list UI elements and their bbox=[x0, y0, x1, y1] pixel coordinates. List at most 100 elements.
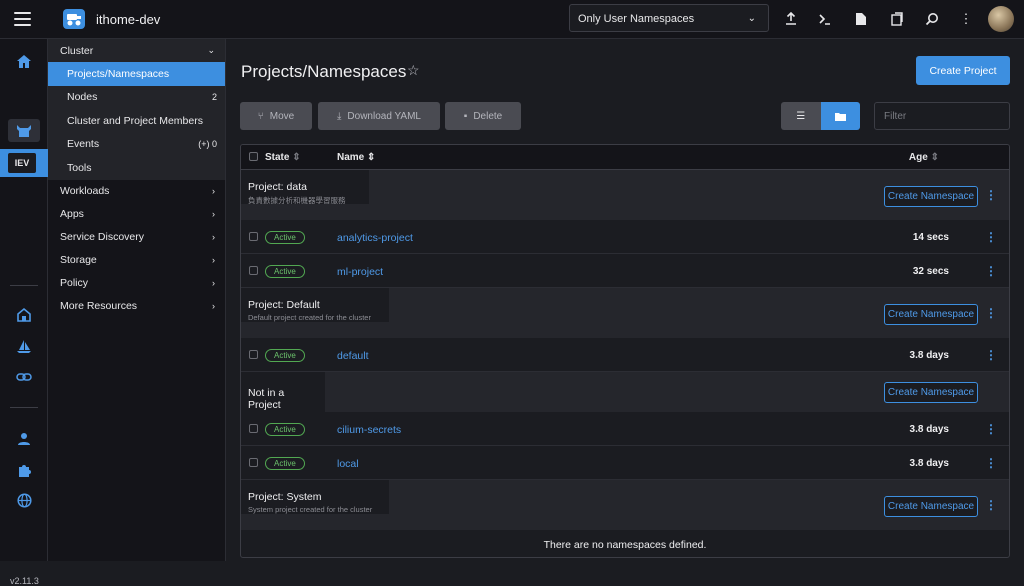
nav-group-policy[interactable]: Policy › bbox=[48, 272, 225, 295]
cattle-icon[interactable] bbox=[13, 120, 35, 142]
kebab-menu-icon[interactable]: ⋮ bbox=[985, 306, 997, 320]
rail-divider bbox=[10, 407, 38, 408]
namespaces-table: State ⇕ Name ⇕ Age ⇕ Project: data 負責數據分… bbox=[240, 144, 1010, 558]
namespace-link[interactable]: cilium-secrets bbox=[337, 424, 401, 436]
avatar[interactable] bbox=[988, 6, 1014, 32]
status-badge: Active bbox=[265, 231, 305, 244]
cluster-rail: IEV v2.11.3 bbox=[0, 39, 48, 586]
chain-link-icon[interactable] bbox=[13, 366, 35, 388]
nav-item-nodes[interactable]: Nodes 2 bbox=[48, 85, 225, 109]
terminal-icon[interactable] bbox=[816, 10, 834, 28]
file-icon[interactable] bbox=[852, 10, 870, 28]
project-group-title: Not in a Project bbox=[248, 387, 285, 411]
row-checkbox[interactable] bbox=[249, 232, 258, 241]
nav-group-storage[interactable]: Storage › bbox=[48, 249, 225, 272]
cluster-badge[interactable]: IEV bbox=[0, 149, 48, 177]
namespace-age: 14 secs bbox=[912, 232, 949, 243]
filter-input[interactable]: Filter bbox=[874, 102, 1010, 130]
version-label: v2.11.3 bbox=[10, 576, 39, 586]
project-group-tab: Project: data 負責數據分析和機器學習服務 bbox=[241, 170, 369, 205]
namespace-link[interactable]: local bbox=[337, 458, 359, 470]
row-checkbox[interactable] bbox=[249, 350, 258, 359]
project-group-system: Project: System System project created f… bbox=[241, 480, 1009, 530]
search-icon[interactable] bbox=[923, 10, 941, 28]
move-button[interactable]: ⑂ Move bbox=[240, 102, 312, 130]
column-age[interactable]: Age ⇕ bbox=[909, 152, 939, 163]
create-namespace-button[interactable]: Create Namespace bbox=[884, 304, 978, 325]
column-name-label: Name bbox=[337, 152, 365, 163]
create-project-button[interactable]: Create Project bbox=[916, 56, 1010, 85]
project-group-title: Project: System bbox=[248, 491, 322, 503]
project-group-subtitle: Default project created for the cluster bbox=[248, 313, 371, 322]
table-row: Active analytics-project 14 secs ⋮ bbox=[241, 220, 1009, 254]
nav-group-workloads[interactable]: Workloads › bbox=[48, 180, 225, 203]
nav-group-service-discovery[interactable]: Service Discovery › bbox=[48, 226, 225, 249]
nav-item-projects-namespaces[interactable]: Projects/Namespaces bbox=[48, 62, 225, 86]
kebab-menu-icon[interactable]: ⋮ bbox=[985, 456, 997, 470]
table-row: Active default 3.8 days ⋮ bbox=[241, 338, 1009, 372]
rail-divider bbox=[10, 285, 38, 286]
namespace-age: 3.8 days bbox=[909, 350, 949, 361]
download-yaml-button[interactable]: ⤓ Download YAML bbox=[318, 102, 440, 130]
nav-item-count: 2 bbox=[211, 92, 217, 103]
user-icon[interactable] bbox=[13, 428, 35, 450]
more-vertical-icon[interactable]: ⋮ bbox=[957, 10, 975, 28]
list-view-icon[interactable]: ☰ bbox=[781, 102, 821, 130]
column-state-label: State bbox=[265, 152, 290, 163]
chevron-right-icon: › bbox=[212, 255, 215, 265]
nav-group-more-resources[interactable]: More Resources › bbox=[48, 295, 225, 318]
create-namespace-button[interactable]: Create Namespace bbox=[884, 382, 978, 403]
globe-icon[interactable] bbox=[13, 489, 35, 511]
empty-message: There are no namespaces defined. bbox=[543, 539, 707, 551]
namespace-filter-select[interactable]: Only User Namespaces ⌄ bbox=[569, 4, 769, 32]
home-icon[interactable] bbox=[13, 50, 35, 72]
nav-item-events[interactable]: Events (+) 0 bbox=[48, 132, 225, 156]
kebab-menu-icon[interactable]: ⋮ bbox=[985, 230, 997, 244]
row-checkbox[interactable] bbox=[249, 424, 258, 433]
star-icon[interactable]: ☆ bbox=[407, 62, 420, 79]
status-badge: Active bbox=[265, 457, 305, 470]
namespace-link[interactable]: analytics-project bbox=[337, 232, 413, 244]
kebab-menu-icon[interactable]: ⋮ bbox=[985, 348, 997, 362]
nav-item-label: Projects/Namespaces bbox=[67, 67, 170, 80]
select-all-checkbox[interactable] bbox=[249, 152, 258, 161]
nav-group-cluster[interactable]: Cluster ⌄ bbox=[48, 39, 225, 62]
nav-group-label: Storage bbox=[60, 254, 97, 266]
delete-button[interactable]: ▪ Delete bbox=[445, 102, 521, 130]
nav-item-cluster-members[interactable]: Cluster and Project Members bbox=[48, 109, 225, 133]
puzzle-piece-icon[interactable] bbox=[13, 459, 35, 481]
project-group-subtitle: 負責數據分析和機器學習服務 bbox=[248, 196, 346, 205]
upload-icon[interactable] bbox=[782, 10, 800, 28]
download-icon: ⤓ bbox=[337, 110, 342, 122]
status-badge: Active bbox=[265, 349, 305, 362]
create-namespace-button[interactable]: Create Namespace bbox=[884, 496, 978, 517]
nav-group-apps[interactable]: Apps › bbox=[48, 203, 225, 226]
column-age-label: Age bbox=[908, 152, 928, 163]
sort-icon: ⇕ bbox=[367, 152, 376, 163]
namespace-link[interactable]: ml-project bbox=[337, 266, 383, 278]
column-name[interactable]: Name ⇕ bbox=[337, 152, 375, 163]
chevron-right-icon: › bbox=[212, 186, 215, 196]
kebab-menu-icon[interactable]: ⋮ bbox=[985, 422, 997, 436]
row-checkbox[interactable] bbox=[249, 458, 258, 467]
table-row: Active ml-project 32 secs ⋮ bbox=[241, 254, 1009, 288]
kebab-menu-icon[interactable]: ⋮ bbox=[985, 498, 997, 512]
kebab-menu-icon[interactable]: ⋮ bbox=[985, 188, 997, 202]
create-namespace-button[interactable]: Create Namespace bbox=[884, 186, 978, 207]
nav-item-tools[interactable]: Tools bbox=[48, 156, 225, 180]
delete-button-label: Delete bbox=[473, 110, 503, 122]
copy-icon[interactable] bbox=[888, 10, 906, 28]
row-checkbox[interactable] bbox=[249, 266, 258, 275]
namespace-age: 3.8 days bbox=[909, 424, 949, 435]
namespace-link[interactable]: default bbox=[337, 350, 369, 362]
kebab-menu-icon[interactable]: ⋮ bbox=[985, 264, 997, 278]
chevron-right-icon: › bbox=[212, 301, 215, 311]
project-group-data: Project: data 負責數據分析和機器學習服務 Create Names… bbox=[241, 170, 1009, 220]
column-state[interactable]: State ⇕ bbox=[265, 152, 301, 163]
extensions-house-icon[interactable] bbox=[13, 303, 35, 325]
status-badge: Active bbox=[265, 265, 305, 278]
nav-group-label: Workloads bbox=[60, 185, 110, 197]
menu-icon[interactable] bbox=[14, 12, 31, 26]
fleet-sailboat-icon[interactable] bbox=[13, 335, 35, 357]
folder-view-icon[interactable] bbox=[820, 102, 860, 130]
